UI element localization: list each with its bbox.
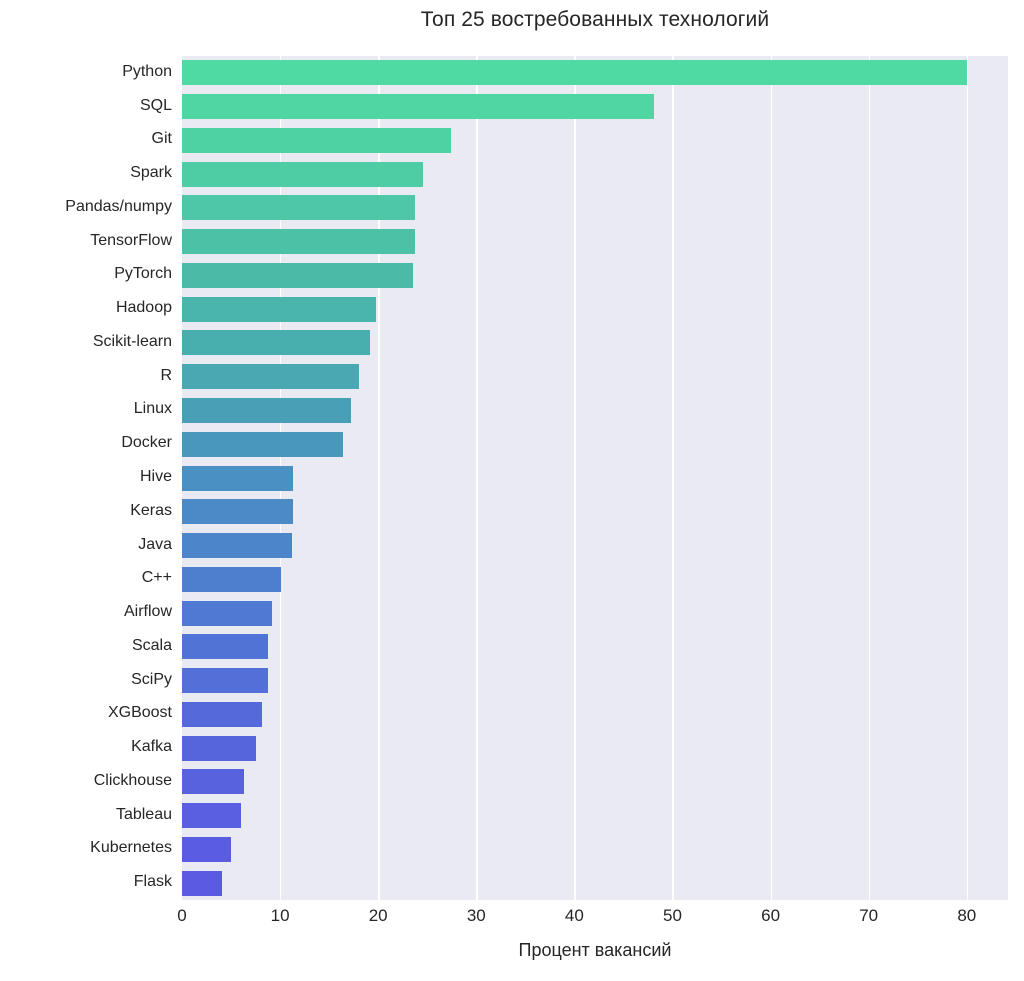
bar <box>182 397 351 423</box>
y-axis-tick-labels: Python SQL Git Spark Pandas/numpy TensorFlow P… <box>0 56 172 900</box>
x-tick-label: 80 <box>957 906 977 925</box>
bar <box>182 229 416 255</box>
bar <box>182 330 371 356</box>
y-tick-label: C++ <box>141 569 172 587</box>
y-tick-label: Scala <box>131 636 172 654</box>
bar <box>182 870 223 896</box>
y-tick-label: Python <box>122 62 172 80</box>
bar <box>182 364 359 390</box>
y-tick-label: SQL <box>139 96 172 114</box>
bar <box>182 668 269 694</box>
x-tick-label: 70 <box>859 906 879 925</box>
y-tick-label: Hive <box>139 468 172 485</box>
y-tick-label: Flask <box>133 873 172 891</box>
bar <box>182 566 282 592</box>
y-tick-label: Tableau <box>115 805 172 823</box>
bar <box>182 701 263 727</box>
y-tick-label: Spark <box>130 164 172 182</box>
x-tick-label: 60 <box>761 906 781 925</box>
bar <box>182 60 967 86</box>
bar <box>182 803 241 829</box>
bar <box>182 634 269 660</box>
y-tick-label: TensorFlow <box>90 231 172 249</box>
x-tick-label: 40 <box>564 906 584 925</box>
y-tick-label: Airflow <box>123 603 172 621</box>
bar <box>182 262 413 288</box>
y-tick-label: R <box>160 366 172 384</box>
x-axis-title: Процент вакансий <box>518 940 672 960</box>
gridline <box>672 56 674 900</box>
y-tick-label: Pandas/numpy <box>65 197 172 215</box>
bar <box>182 465 293 491</box>
y-tick-label: SciPy <box>131 670 172 688</box>
gridline <box>868 56 871 900</box>
y-tick-label: Clickhouse <box>93 771 172 789</box>
chart-title: Топ 25 востребованных технологий <box>420 8 770 31</box>
y-tick-label: XGBoost <box>107 704 172 722</box>
y-tick-label: Docker <box>121 434 172 452</box>
gridline <box>574 56 576 900</box>
y-tick-label: Git <box>151 130 172 148</box>
y-tick-label: Hadoop <box>115 299 172 317</box>
gridline <box>476 56 478 900</box>
gridline <box>770 56 772 900</box>
bar <box>182 533 292 559</box>
bar <box>182 600 273 626</box>
x-tick-label: 10 <box>270 906 290 925</box>
y-tick-label: Keras <box>130 501 172 519</box>
y-tick-label: Java <box>138 535 172 553</box>
y-tick-label: Kubernetes <box>90 839 172 857</box>
x-tick-label: 0 <box>177 906 187 925</box>
bar <box>182 431 343 457</box>
y-tick-label: Scikit-learn <box>92 332 172 350</box>
y-tick-label: Kafka <box>131 738 172 756</box>
bar <box>182 769 244 795</box>
x-axis-tick-labels: 0 10 20 30 40 50 60 70 80 <box>0 906 1024 936</box>
bar <box>182 127 451 153</box>
bar <box>182 161 424 187</box>
gridline <box>966 56 969 900</box>
bar-chart-figure: Топ 25 востребованных технологий Python S… <box>0 0 1024 981</box>
plot-area <box>182 56 1008 900</box>
bar <box>182 499 293 525</box>
bar <box>182 195 416 221</box>
bar <box>182 94 654 120</box>
bar <box>182 735 256 761</box>
bar <box>182 836 232 862</box>
bar <box>182 296 377 322</box>
x-tick-label: 20 <box>368 906 388 925</box>
x-tick-label: 50 <box>663 906 682 925</box>
y-tick-label: PyTorch <box>114 265 172 283</box>
y-tick-label: Linux <box>133 400 172 418</box>
x-tick-label: 30 <box>466 906 486 925</box>
